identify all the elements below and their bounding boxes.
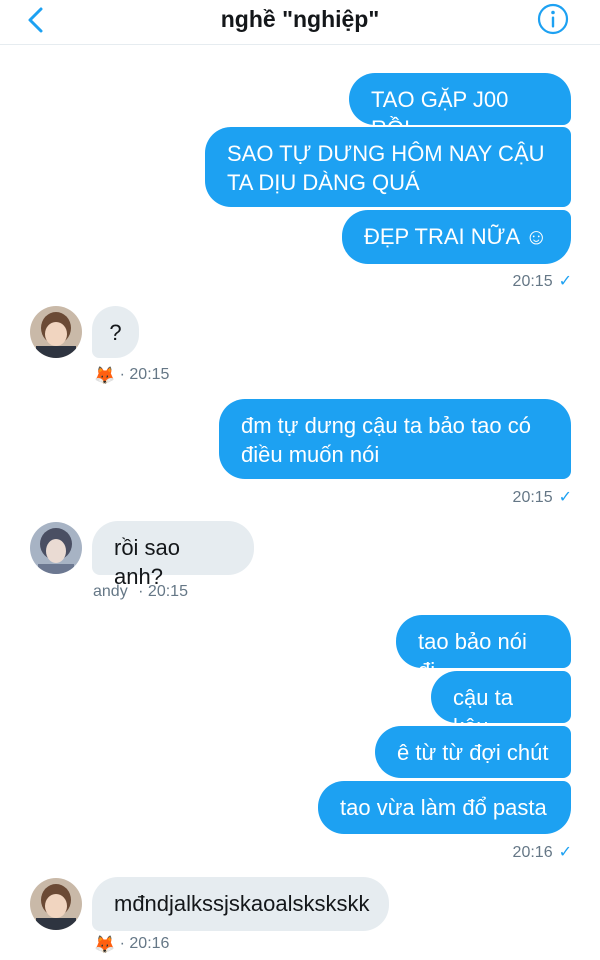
sent-check-icon: ✓: [558, 844, 572, 861]
sent-message-bubble[interactable]: TAO GẶP J00 RỒI: [349, 73, 571, 141]
message-meta: 🦊 · 20:15: [94, 366, 170, 385]
sent-message-bubble[interactable]: cậu ta kêu: [431, 671, 571, 739]
fox-emoji-icon: 🦊: [94, 935, 116, 954]
message-timestamp: 20:15 ✓: [512, 273, 572, 290]
message-meta: andy · 20:15: [93, 583, 188, 600]
message-timestamp: 20:15 ✓: [512, 489, 572, 506]
info-icon[interactable]: [536, 2, 570, 36]
sent-message-bubble[interactable]: đm tự dưng cậu ta bảo tao có điều muốn n…: [219, 399, 571, 479]
message-text: đm tự dưng cậu ta bảo tao có điều muốn n…: [241, 413, 531, 467]
sent-message-bubble[interactable]: ĐẸP TRAI NỮA ☺: [342, 210, 571, 264]
message-text: ĐẸP TRAI NỮA ☺: [364, 224, 548, 249]
received-message-bubble[interactable]: ?: [92, 306, 139, 358]
sent-check-icon: ✓: [558, 273, 572, 290]
fox-emoji-icon: 🦊: [94, 366, 116, 385]
sent-check-icon: ✓: [558, 489, 572, 506]
message-text: mđndjalkssjskaoalskskskk: [114, 891, 370, 916]
message-text: ê từ từ đợi chút: [397, 740, 549, 765]
sent-message-bubble[interactable]: SAO TỰ DƯNG HÔM NAY CẬU TA DỊU DÀNG QUÁ: [205, 127, 571, 207]
avatar[interactable]: [30, 878, 82, 930]
received-message-bubble[interactable]: mđndjalkssjskaoalskskskk: [92, 877, 389, 931]
chat-header: nghề "nghiệp": [0, 0, 600, 45]
sender-name: andy: [93, 583, 128, 600]
message-text: ?: [109, 320, 122, 345]
message-timestamp: 20:16 ✓: [512, 844, 572, 861]
message-meta: 🦊 · 20:16: [94, 935, 170, 954]
message-text: rồi sao anh?: [114, 535, 181, 589]
conversation-title: nghề "nghiệp": [220, 6, 380, 32]
avatar[interactable]: [30, 522, 82, 574]
message-text: tao vừa làm đổ pasta: [340, 795, 547, 820]
sent-message-bubble[interactable]: ê từ từ đợi chút: [375, 726, 571, 778]
message-text: SAO TỰ DƯNG HÔM NAY CẬU TA DỊU DÀNG QUÁ: [227, 141, 545, 195]
received-message-bubble[interactable]: rồi sao anh?: [92, 521, 254, 589]
sent-message-bubble[interactable]: tao vừa làm đổ pasta: [318, 781, 571, 834]
sent-message-bubble[interactable]: tao bảo nói đi: [396, 615, 571, 683]
avatar[interactable]: [30, 306, 82, 358]
